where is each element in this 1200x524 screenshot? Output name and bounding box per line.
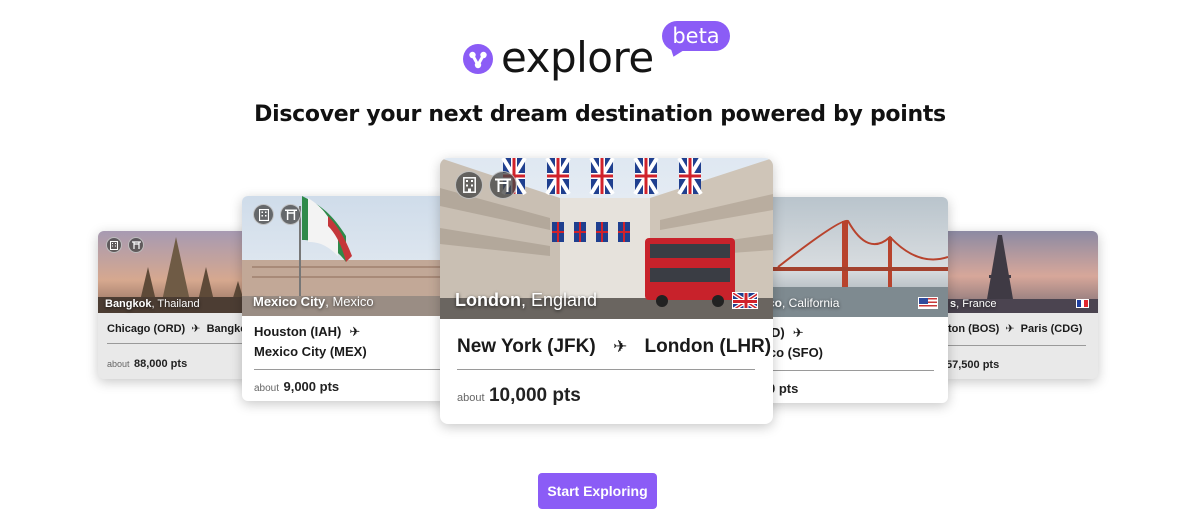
- plane-icon: ✈: [792, 325, 804, 340]
- explore-logo[interactable]: explore beta: [463, 21, 743, 84]
- hotel-icon: [455, 171, 483, 199]
- london-route: New York (JFK) ✈ London (LHR): [457, 336, 772, 357]
- uk-flag-icon: [732, 292, 758, 309]
- explore-logo-icon: [463, 44, 493, 74]
- bangkok-route: Chicago (ORD) ✈ Bangkok: [107, 323, 254, 335]
- bangkok-location: Bangkok, Thailand: [105, 298, 200, 310]
- destination-card-mexico-city[interactable]: Mexico City, Mexico Houston (IAH) ✈ Mexic…: [242, 196, 454, 401]
- brand-name: explore: [501, 33, 654, 82]
- destination-card-london[interactable]: London, England New York (JFK) ✈ London …: [440, 158, 773, 424]
- destination-card-bangkok[interactable]: Bangkok, Thailand Chicago (ORD) ✈ Bangko…: [98, 231, 254, 379]
- landmark-icon: [280, 204, 301, 225]
- hotel-icon: [253, 204, 274, 225]
- mexico-city-route: Houston (IAH) ✈ Mexico City (MEX): [254, 324, 367, 359]
- paris-location: s, France: [950, 298, 997, 310]
- mexico-city-points: about 9,000 pts: [254, 379, 340, 394]
- landmark-icon: [489, 171, 517, 199]
- london-points: about 10,000 pts: [457, 385, 581, 406]
- beta-badge: beta: [662, 21, 730, 51]
- france-flag-icon: [1076, 299, 1089, 308]
- start-exploring-button[interactable]: Start Exploring: [538, 473, 657, 509]
- destination-card-paris[interactable]: s, France ton (BOS) ✈ Paris (CDG) 57,500…: [942, 231, 1098, 379]
- landmark-icon: [128, 237, 144, 253]
- plane-icon: ✈: [349, 324, 361, 339]
- bangkok-points: about 88,000 pts: [107, 358, 188, 370]
- mexico-city-location: Mexico City, Mexico: [253, 294, 374, 309]
- plane-icon: ✈: [1005, 323, 1015, 335]
- paris-points: 57,500 pts: [946, 359, 1000, 371]
- plane-icon: ✈: [612, 337, 628, 356]
- london-location: London, England: [455, 290, 598, 310]
- page-headline: Discover your next dream destination pow…: [254, 102, 946, 127]
- paris-route: ton (BOS) ✈ Paris (CDG): [948, 323, 1083, 335]
- us-flag-icon: [918, 297, 938, 309]
- plane-icon: ✈: [191, 323, 201, 335]
- hotel-icon: [106, 237, 122, 253]
